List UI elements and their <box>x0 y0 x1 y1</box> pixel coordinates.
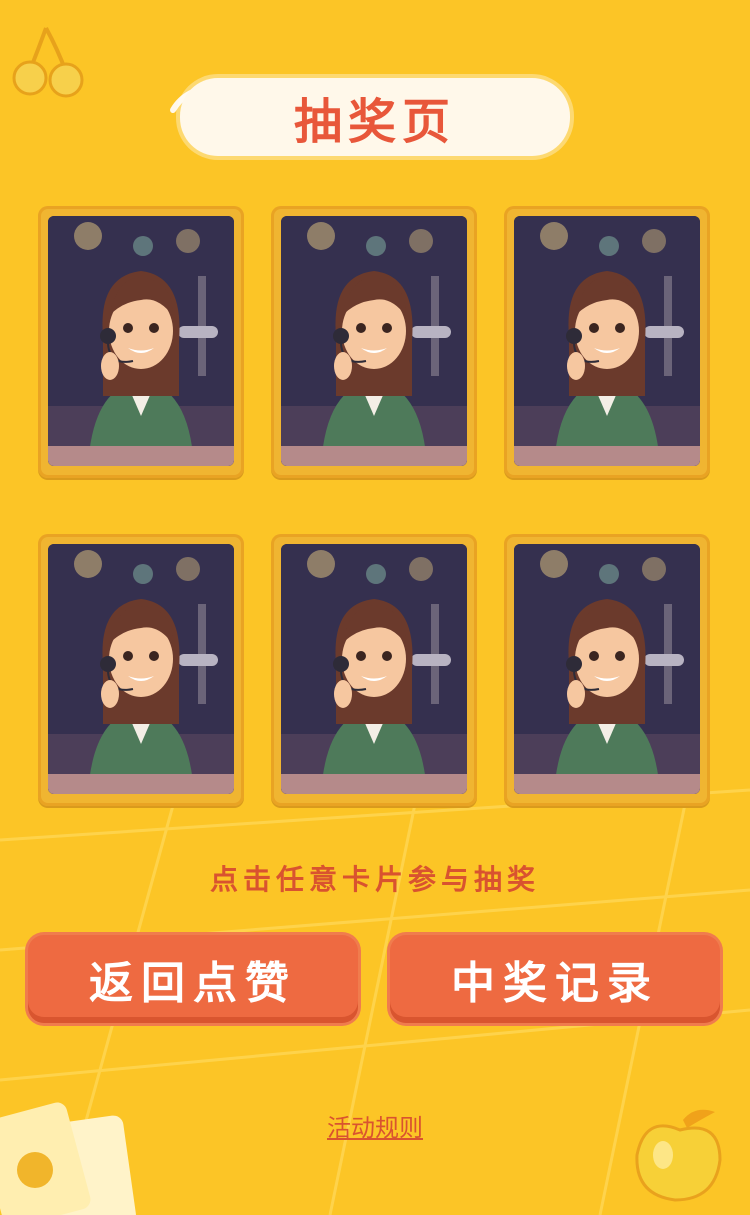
card-grid <box>38 206 710 806</box>
lottery-card-1[interactable] <box>38 206 244 478</box>
card-image-operator <box>514 216 700 466</box>
activity-rules-link[interactable]: 活动规则 <box>327 1114 423 1142</box>
card-image-operator <box>281 544 467 794</box>
prize-records-button[interactable]: 中奖记录 <box>390 935 720 1023</box>
card-image-operator <box>281 216 467 466</box>
decorative-cards-icon <box>0 1102 136 1215</box>
lottery-card-4[interactable] <box>38 534 244 806</box>
lottery-card-3[interactable] <box>504 206 710 478</box>
page-title: 抽奖页 <box>293 94 456 150</box>
lottery-card-6[interactable] <box>504 534 710 806</box>
lottery-card-5[interactable] <box>271 534 477 806</box>
card-image-operator <box>514 544 700 794</box>
page-title-banner: 抽奖页 <box>180 78 570 156</box>
back-to-likes-button[interactable]: 返回点赞 <box>28 935 358 1023</box>
card-image-operator <box>48 216 234 466</box>
lottery-hint-text: 点击任意卡片参与抽奖 <box>209 863 540 896</box>
apple-icon <box>635 1109 722 1202</box>
lottery-card-2[interactable] <box>271 206 477 478</box>
cherry-icon <box>12 27 84 98</box>
card-image-operator <box>48 544 234 794</box>
